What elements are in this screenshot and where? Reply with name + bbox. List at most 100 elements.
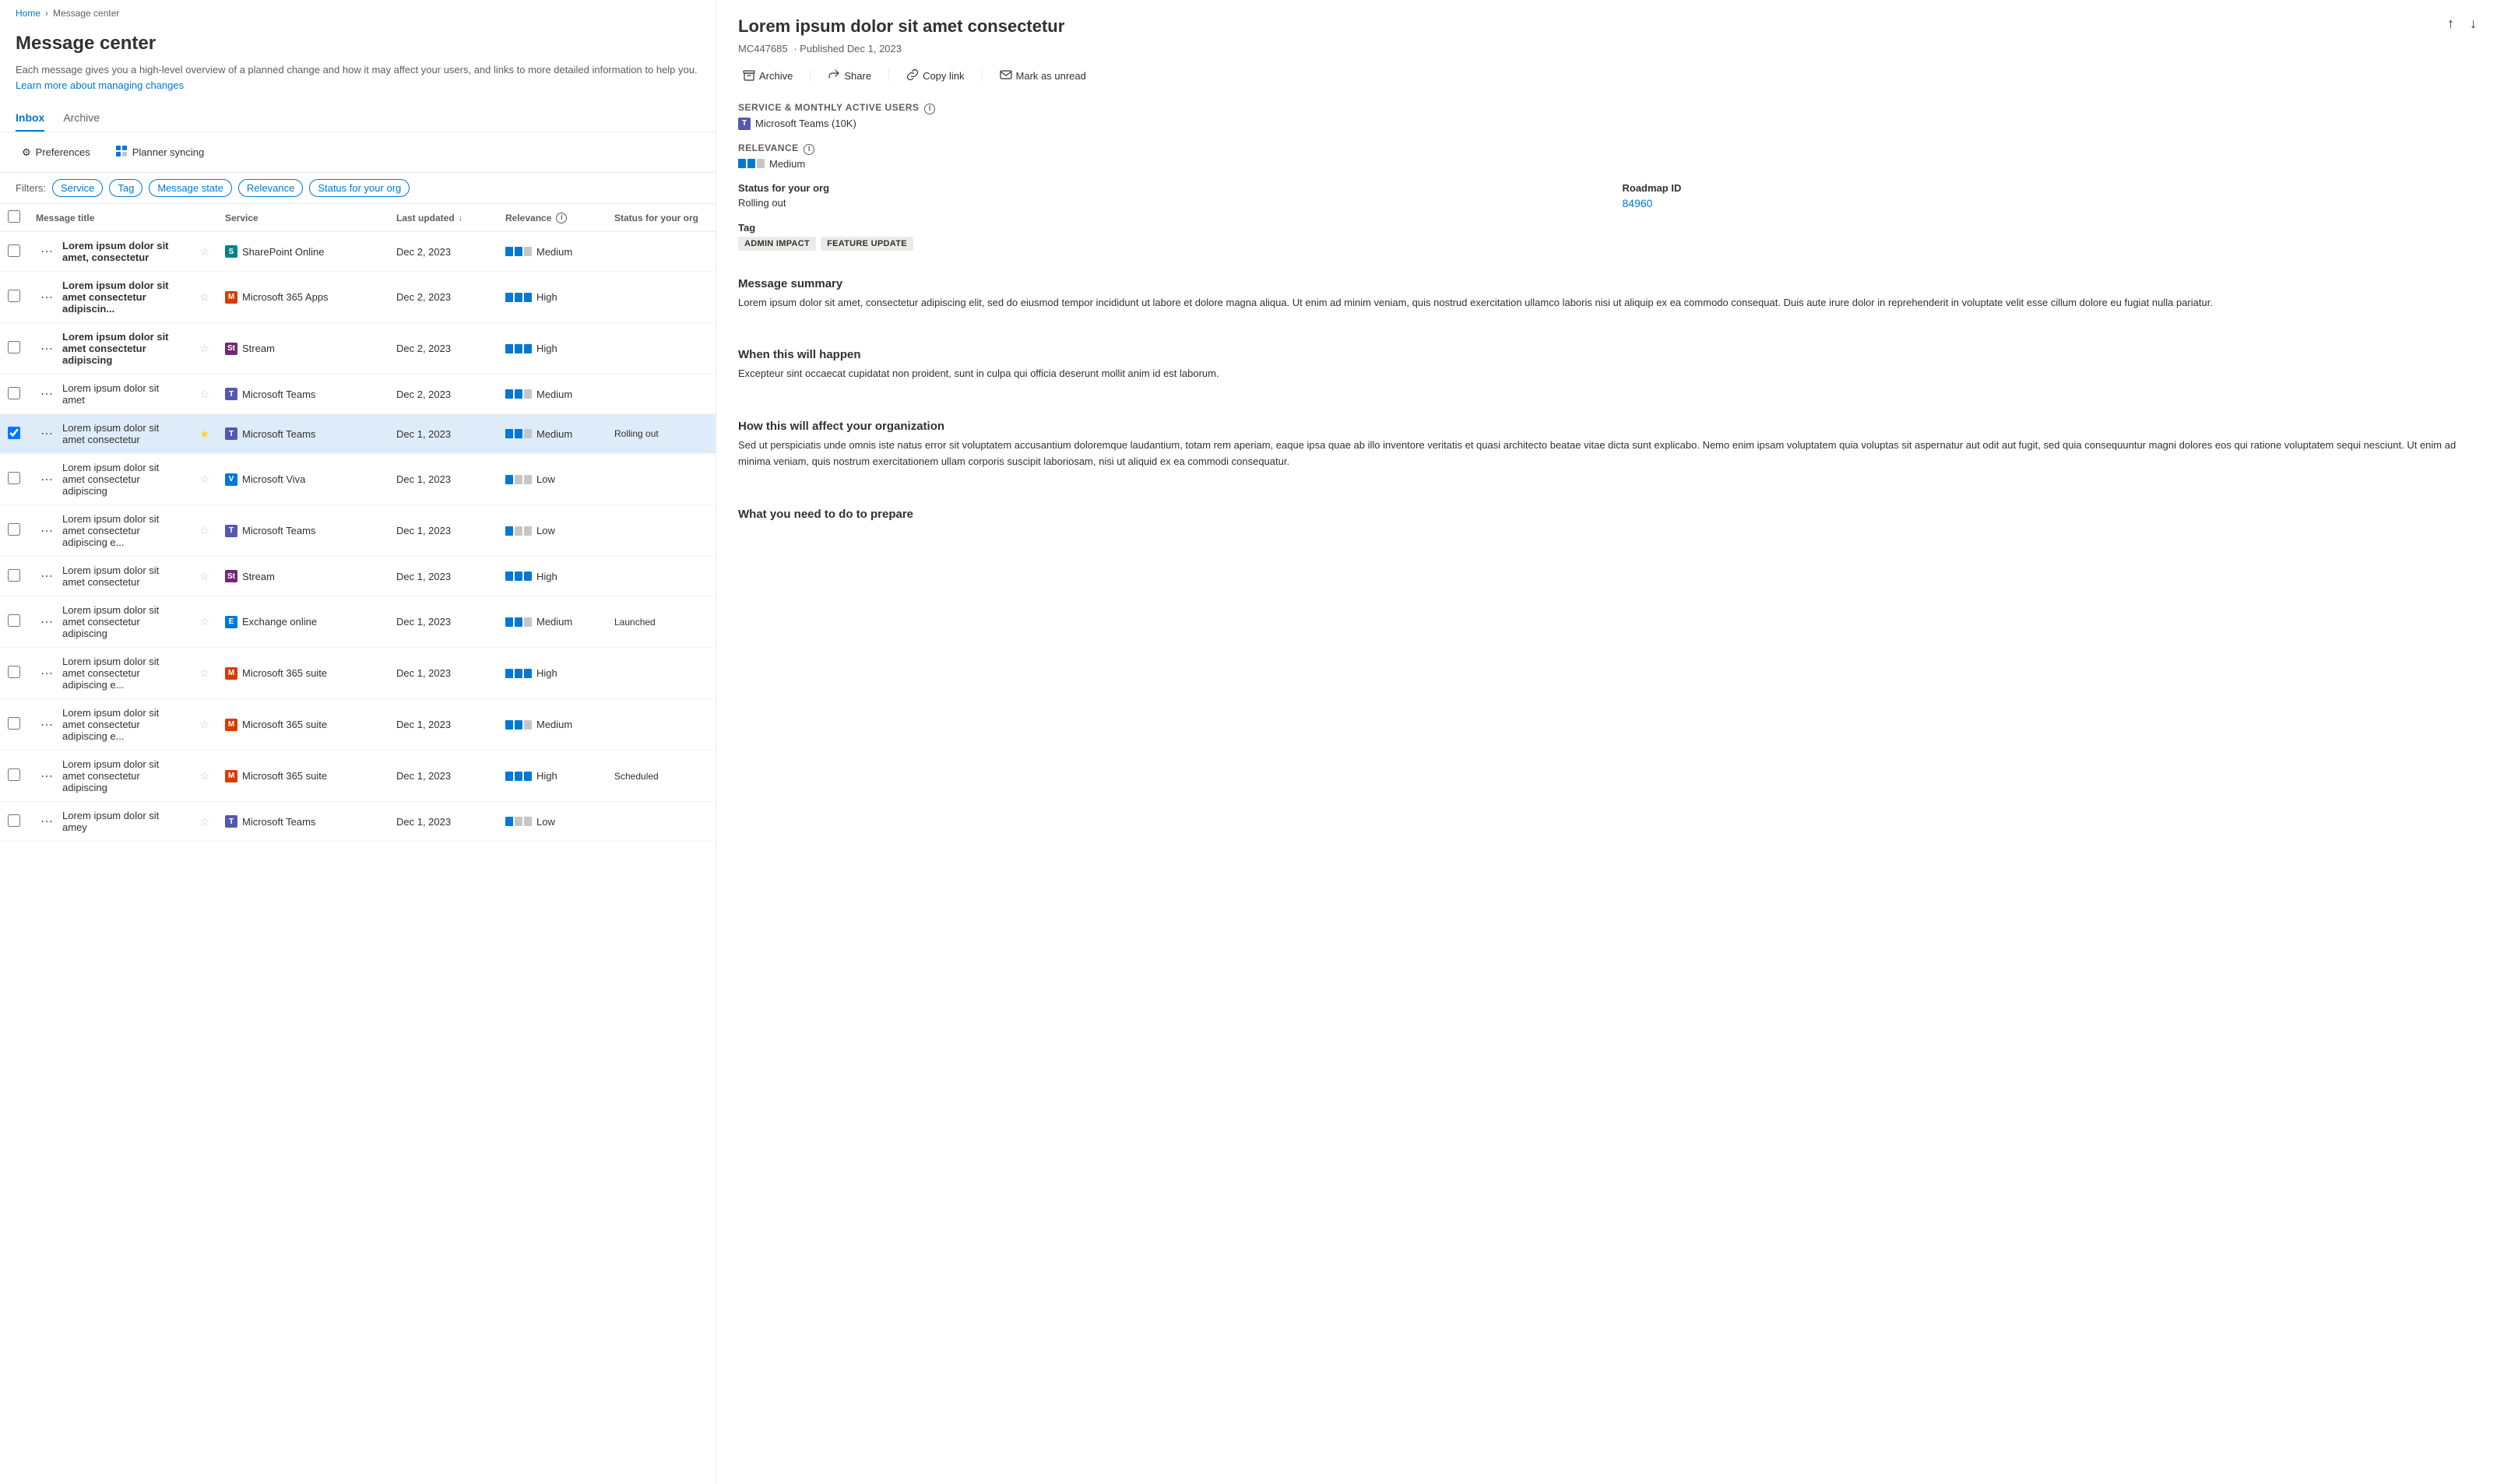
col-updated[interactable]: Last updated ↓	[396, 213, 490, 223]
rel-bar-2	[515, 669, 522, 678]
relevance-label-text: High	[536, 571, 557, 582]
left-panel: Home › Message center Message center Eac…	[0, 0, 716, 1484]
copy-link-icon	[906, 69, 919, 83]
row-checkbox[interactable]	[8, 341, 20, 353]
select-all-checkbox[interactable]	[8, 210, 20, 223]
copy-link-button[interactable]: Copy link	[902, 65, 969, 86]
detail-mc-id: MC447685	[738, 43, 788, 55]
service-info-icon[interactable]: i	[924, 104, 935, 114]
col-status[interactable]: Status for your org	[614, 213, 708, 223]
filter-relevance[interactable]: Relevance	[238, 179, 303, 197]
row-dots-menu[interactable]: ⋯	[36, 339, 58, 358]
nav-down-button[interactable]: ↓	[2465, 12, 2481, 35]
row-checkbox[interactable]	[8, 523, 20, 536]
row-star[interactable]: ☆	[199, 524, 209, 536]
rel-bar-1	[505, 475, 513, 484]
table-row[interactable]: ⋯Lorem ipsum dolor sit amet consectetur …	[0, 751, 716, 802]
mark-unread-button[interactable]: Mark as unread	[995, 65, 1091, 86]
table-row[interactable]: ⋯Lorem ipsum dolor sit amet consectetur …	[0, 505, 716, 557]
row-star[interactable]: ☆	[199, 815, 209, 828]
table-row[interactable]: ⋯Lorem ipsum dolor sit amet consectetur …	[0, 596, 716, 648]
table-row[interactable]: ⋯Lorem ipsum dolor sit amet☆TMicrosoft T…	[0, 375, 716, 414]
share-button[interactable]: Share	[823, 65, 876, 86]
table-row[interactable]: ⋯Lorem ipsum dolor sit amet consectetur …	[0, 323, 716, 375]
service-icon-m365suite: M	[225, 667, 237, 680]
row-dots-menu[interactable]: ⋯	[36, 767, 58, 786]
row-checkbox[interactable]	[8, 427, 20, 439]
table-row[interactable]: ⋯Lorem ipsum dolor sit amet, consectetur…	[0, 232, 716, 272]
row-checkbox[interactable]	[8, 244, 20, 257]
row-dots-menu[interactable]: ⋯	[36, 664, 58, 683]
row-star[interactable]: ☆	[199, 388, 209, 400]
row-star[interactable]: ☆	[199, 718, 209, 730]
row-checkbox[interactable]	[8, 666, 20, 678]
table-row[interactable]: ⋯Lorem ipsum dolor sit amet consectetur …	[0, 648, 716, 699]
col-service[interactable]: Service	[225, 213, 381, 223]
row-checkbox[interactable]	[8, 290, 20, 302]
row-star[interactable]: ☆	[199, 769, 209, 782]
nav-up-button[interactable]: ↑	[2442, 12, 2459, 35]
row-checkbox[interactable]	[8, 814, 20, 827]
relevance-label-text: Medium	[536, 246, 572, 258]
row-star[interactable]: ☆	[199, 342, 209, 354]
table-row[interactable]: ⋯Lorem ipsum dolor sit amet consectetur …	[0, 699, 716, 751]
row-checkbox[interactable]	[8, 614, 20, 627]
row-dots-menu[interactable]: ⋯	[36, 242, 58, 261]
service-icon-m365: M	[225, 291, 237, 304]
table-row[interactable]: ⋯Lorem ipsum dolor sit amet consectetur☆…	[0, 557, 716, 596]
rel-bar-3	[524, 817, 532, 826]
tab-inbox[interactable]: Inbox	[16, 105, 44, 132]
tab-archive[interactable]: Archive	[63, 105, 100, 132]
preferences-label: Preferences	[36, 146, 90, 158]
row-checkbox[interactable]	[8, 569, 20, 582]
table-row[interactable]: ⋯Lorem ipsum dolor sit amey☆TMicrosoft T…	[0, 802, 716, 842]
row-dots-menu[interactable]: ⋯	[36, 812, 58, 831]
relevance-detail-info-icon[interactable]: i	[804, 144, 814, 155]
roadmap-link[interactable]: 84960	[1623, 197, 1653, 209]
archive-button[interactable]: Archive	[738, 65, 797, 86]
row-star[interactable]: ☆	[199, 245, 209, 258]
col-title[interactable]: Message title	[36, 213, 184, 223]
row-checkbox[interactable]	[8, 387, 20, 399]
row-dots-menu[interactable]: ⋯	[36, 567, 58, 586]
learn-more-link[interactable]: Learn more about managing changes	[16, 79, 184, 91]
preferences-button[interactable]: ⚙ Preferences	[16, 143, 97, 162]
relevance-info-icon[interactable]: i	[556, 213, 567, 223]
row-dots-menu[interactable]: ⋯	[36, 716, 58, 734]
row-checkbox[interactable]	[8, 472, 20, 484]
table-row[interactable]: ⋯Lorem ipsum dolor sit amet consectetur …	[0, 454, 716, 505]
table-row[interactable]: ⋯Lorem ipsum dolor sit amet consectetur★…	[0, 414, 716, 454]
rel-bar-2	[747, 159, 755, 168]
row-dots-menu[interactable]: ⋯	[36, 424, 58, 443]
row-star[interactable]: ★	[199, 427, 209, 440]
row-dots-menu[interactable]: ⋯	[36, 385, 58, 403]
filter-message-state[interactable]: Message state	[149, 179, 232, 197]
rel-bar-1	[505, 344, 513, 353]
row-title: Lorem ipsum dolor sit amet consectetur a…	[62, 513, 184, 548]
row-dots-menu[interactable]: ⋯	[36, 613, 58, 631]
row-star[interactable]: ☆	[199, 615, 209, 628]
status-col-value: Rolling out	[738, 197, 1591, 209]
row-title: Lorem ipsum dolor sit amet, consectetur	[62, 240, 184, 263]
toolbar: ⚙ Preferences Planner syncing	[0, 132, 716, 173]
row-star[interactable]: ☆	[199, 473, 209, 485]
row-star[interactable]: ☆	[199, 570, 209, 582]
filter-service[interactable]: Service	[52, 179, 103, 197]
table-row[interactable]: ⋯Lorem ipsum dolor sit amet consectetur …	[0, 272, 716, 323]
row-dots-menu[interactable]: ⋯	[36, 470, 58, 489]
row-dots-menu[interactable]: ⋯	[36, 522, 58, 540]
rel-bar-2	[515, 571, 522, 581]
planner-button[interactable]: Planner syncing	[109, 142, 211, 163]
row-checkbox[interactable]	[8, 717, 20, 730]
col-relevance[interactable]: Relevance i	[505, 213, 599, 223]
status-roadmap-row: Status for your org Rolling out Roadmap …	[738, 182, 2475, 209]
filter-status[interactable]: Status for your org	[309, 179, 410, 197]
tag-list: ADMIN IMPACT FEATURE UPDATE	[738, 237, 2475, 251]
row-dots-menu[interactable]: ⋯	[36, 288, 58, 307]
breadcrumb-home[interactable]: Home	[16, 8, 40, 19]
row-checkbox[interactable]	[8, 768, 20, 781]
filter-tag[interactable]: Tag	[109, 179, 142, 197]
row-star[interactable]: ☆	[199, 290, 209, 303]
rel-bar-3	[524, 475, 532, 484]
row-star[interactable]: ☆	[199, 666, 209, 679]
